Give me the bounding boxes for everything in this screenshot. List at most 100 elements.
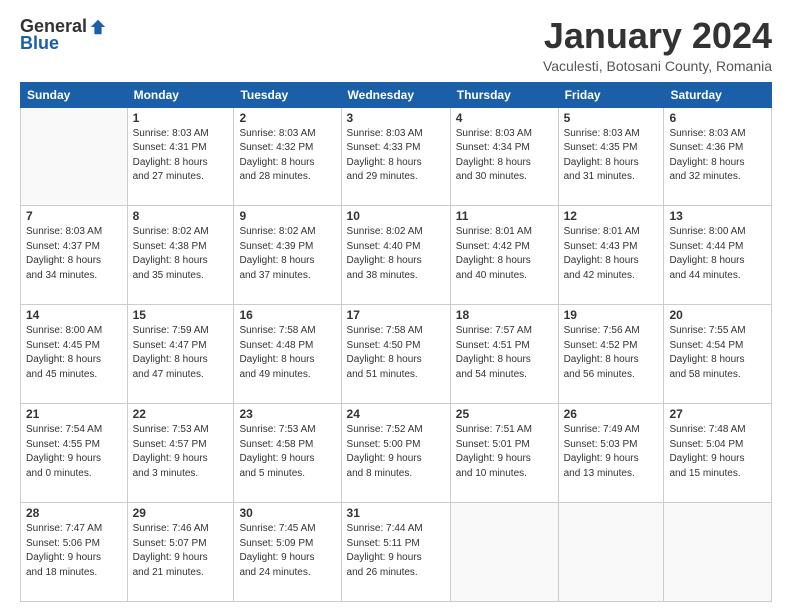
table-row: 6Sunrise: 8:03 AMSunset: 4:36 PMDaylight… [664,107,772,206]
day-info: Sunrise: 7:58 AMSunset: 4:50 PMDaylight:… [347,324,445,382]
logo: General Blue [20,16,107,54]
table-row [21,107,128,206]
table-row: 7 Sunrise: 8:03 AMSunset: 4:37 PMDaylight… [21,206,128,305]
day-info: Sunrise: 7:48 AMSunset: 5:04 PMDaylight:… [669,423,766,481]
day-number: 7 [26,209,122,223]
day-info: Sunrise: 8:03 AMSunset: 4:31 PMDaylight:… [133,127,229,185]
calendar-table: Sunday Monday Tuesday Wednesday Thursday… [20,82,772,602]
day-info: Sunrise: 7:59 AMSunset: 4:47 PMDaylight:… [133,324,229,382]
day-number: 30 [239,506,335,520]
day-info: Sunrise: 7:56 AMSunset: 4:52 PMDaylight:… [564,324,659,382]
day-info: Sunrise: 8:02 AMSunset: 4:39 PMDaylight:… [239,225,335,283]
day-number: 5 [564,111,659,125]
calendar-week-row: 28Sunrise: 7:47 AMSunset: 5:06 PMDayligh… [21,503,772,602]
table-row: 19 Sunrise: 7:56 AMSunset: 4:52 PMDayligh… [558,305,664,404]
table-row: 18 Sunrise: 7:57 AMSunset: 4:51 PMDayligh… [450,305,558,404]
table-row: 20Sunrise: 7:55 AMSunset: 4:54 PMDayligh… [664,305,772,404]
day-number: 28 [26,506,122,520]
month-title: January 2024 [543,16,772,56]
location: Vaculesti, Botosani County, Romania [543,58,772,74]
table-row: 27Sunrise: 7:48 AMSunset: 5:04 PMDayligh… [664,404,772,503]
day-number: 19 [564,308,659,322]
table-row: 25Sunrise: 7:51 AMSunset: 5:01 PMDayligh… [450,404,558,503]
day-number: 29 [133,506,229,520]
day-info: Sunrise: 8:03 AMSunset: 4:33 PMDaylight:… [347,127,445,185]
day-info: Sunrise: 7:53 AMSunset: 4:58 PMDaylight:… [239,423,335,481]
day-number: 10 [347,209,445,223]
col-monday: Monday [127,82,234,107]
day-info: Sunrise: 7:52 AMSunset: 5:00 PMDaylight:… [347,423,445,481]
table-row: 29 Sunrise: 7:46 AMSunset: 5:07 PMDayligh… [127,503,234,602]
calendar-header-row: Sunday Monday Tuesday Wednesday Thursday… [21,82,772,107]
col-friday: Friday [558,82,664,107]
table-row: 10 Sunrise: 8:02 AMSunset: 4:40 PMDayligh… [341,206,450,305]
day-info: Sunrise: 7:53 AMSunset: 4:57 PMDaylight:… [133,423,229,481]
logo-blue: Blue [20,33,59,54]
table-row: 9 Sunrise: 8:02 AMSunset: 4:39 PMDaylight… [234,206,341,305]
day-number: 4 [456,111,553,125]
day-info: Sunrise: 8:02 AMSunset: 4:38 PMDaylight:… [133,225,229,283]
col-wednesday: Wednesday [341,82,450,107]
table-row: 26Sunrise: 7:49 AMSunset: 5:03 PMDayligh… [558,404,664,503]
day-number: 15 [133,308,229,322]
day-number: 2 [239,111,335,125]
day-number: 20 [669,308,766,322]
col-tuesday: Tuesday [234,82,341,107]
day-number: 9 [239,209,335,223]
day-info: Sunrise: 7:57 AMSunset: 4:51 PMDaylight:… [456,324,553,382]
day-number: 3 [347,111,445,125]
day-number: 12 [564,209,659,223]
day-info: Sunrise: 8:03 AMSunset: 4:35 PMDaylight:… [564,127,659,185]
table-row: 24 Sunrise: 7:52 AMSunset: 5:00 PMDayligh… [341,404,450,503]
col-saturday: Saturday [664,82,772,107]
day-info: Sunrise: 7:58 AMSunset: 4:48 PMDaylight:… [239,324,335,382]
table-row: 28Sunrise: 7:47 AMSunset: 5:06 PMDayligh… [21,503,128,602]
page: General Blue January 2024 Vaculesti, Bot… [0,0,792,612]
table-row: 30Sunrise: 7:45 AMSunset: 5:09 PMDayligh… [234,503,341,602]
table-row: 2 Sunrise: 8:03 AMSunset: 4:32 PMDaylight… [234,107,341,206]
table-row: 14 Sunrise: 8:00 AMSunset: 4:45 PMDayligh… [21,305,128,404]
table-row: 16 Sunrise: 7:58 AMSunset: 4:48 PMDayligh… [234,305,341,404]
day-number: 14 [26,308,122,322]
day-number: 8 [133,209,229,223]
day-info: Sunrise: 8:00 AMSunset: 4:44 PMDaylight:… [669,225,766,283]
table-row: 13 Sunrise: 8:00 AMSunset: 4:44 PMDayligh… [664,206,772,305]
day-info: Sunrise: 8:02 AMSunset: 4:40 PMDaylight:… [347,225,445,283]
day-number: 22 [133,407,229,421]
day-number: 21 [26,407,122,421]
day-info: Sunrise: 8:03 AMSunset: 4:37 PMDaylight:… [26,225,122,283]
day-number: 16 [239,308,335,322]
day-number: 24 [347,407,445,421]
title-section: January 2024 Vaculesti, Botosani County,… [543,16,772,74]
day-info: Sunrise: 8:03 AMSunset: 4:32 PMDaylight:… [239,127,335,185]
table-row: 15 Sunrise: 7:59 AMSunset: 4:47 PMDayligh… [127,305,234,404]
day-info: Sunrise: 8:03 AMSunset: 4:34 PMDaylight:… [456,127,553,185]
table-row: 22 Sunrise: 7:53 AMSunset: 4:57 PMDayligh… [127,404,234,503]
table-row [558,503,664,602]
calendar-week-row: 14 Sunrise: 8:00 AMSunset: 4:45 PMDayligh… [21,305,772,404]
table-row: 21 Sunrise: 7:54 AMSunset: 4:55 PMDayligh… [21,404,128,503]
table-row: 31 Sunrise: 7:44 AMSunset: 5:11 PMDayligh… [341,503,450,602]
table-row: 3 Sunrise: 8:03 AMSunset: 4:33 PMDaylight… [341,107,450,206]
table-row: 12 Sunrise: 8:01 AMSunset: 4:43 PMDayligh… [558,206,664,305]
day-info: Sunrise: 7:51 AMSunset: 5:01 PMDaylight:… [456,423,553,481]
col-sunday: Sunday [21,82,128,107]
day-info: Sunrise: 7:54 AMSunset: 4:55 PMDaylight:… [26,423,122,481]
header: General Blue January 2024 Vaculesti, Bot… [20,16,772,74]
day-number: 1 [133,111,229,125]
day-number: 31 [347,506,445,520]
day-info: Sunrise: 7:44 AMSunset: 5:11 PMDaylight:… [347,522,445,580]
day-info: Sunrise: 8:03 AMSunset: 4:36 PMDaylight:… [669,127,766,185]
table-row: 23Sunrise: 7:53 AMSunset: 4:58 PMDayligh… [234,404,341,503]
table-row [664,503,772,602]
calendar-week-row: 1 Sunrise: 8:03 AMSunset: 4:31 PMDaylight… [21,107,772,206]
logo-icon [89,18,107,36]
day-number: 18 [456,308,553,322]
day-info: Sunrise: 7:46 AMSunset: 5:07 PMDaylight:… [133,522,229,580]
day-number: 13 [669,209,766,223]
day-number: 26 [564,407,659,421]
day-info: Sunrise: 8:01 AMSunset: 4:43 PMDaylight:… [564,225,659,283]
day-info: Sunrise: 8:00 AMSunset: 4:45 PMDaylight:… [26,324,122,382]
table-row: 17Sunrise: 7:58 AMSunset: 4:50 PMDayligh… [341,305,450,404]
table-row [450,503,558,602]
